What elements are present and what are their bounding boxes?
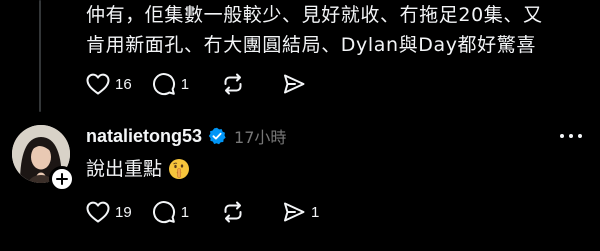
reply-text: 說出重點 xyxy=(86,154,190,184)
reply-count: 1 xyxy=(180,75,190,93)
send-icon xyxy=(284,74,305,94)
shushing-face-emoji-icon xyxy=(169,159,190,179)
reply-count: 1 xyxy=(180,203,190,221)
previous-post-text-line-2: 肯用新面孔、冇大團圓結局、Dylan與Day都好驚喜 xyxy=(86,34,536,56)
reply-button[interactable]: 1 xyxy=(146,194,195,230)
repost-button[interactable] xyxy=(215,194,256,230)
repost-icon xyxy=(224,73,242,95)
more-options-button[interactable] xyxy=(557,124,585,148)
share-count: 1 xyxy=(311,203,320,221)
like-button[interactable]: 19 xyxy=(80,194,138,230)
send-icon xyxy=(284,202,305,222)
follow-button[interactable] xyxy=(49,166,75,192)
heart-icon xyxy=(86,73,110,95)
reply-header: natalietong53 17小時 xyxy=(86,122,286,150)
like-button[interactable]: 16 xyxy=(80,66,138,102)
comment-icon xyxy=(152,73,175,96)
previous-post-action-bar: 16 1 xyxy=(80,66,317,102)
previous-post-text: 仲有，佢集數一般較少、見好就收、冇拖足20集、又 肯用新面孔、冇大團圓結局、Dy… xyxy=(86,0,591,60)
username[interactable]: natalietong53 xyxy=(86,126,202,147)
like-count: 16 xyxy=(115,75,132,93)
heart-icon xyxy=(86,201,110,223)
share-button[interactable]: 1 xyxy=(276,194,325,230)
reply-action-bar: 19 1 1 xyxy=(80,194,325,230)
more-icon xyxy=(560,134,582,138)
plus-icon xyxy=(56,173,68,185)
share-button[interactable] xyxy=(276,66,317,102)
like-count: 19 xyxy=(115,203,132,221)
comment-icon xyxy=(152,201,175,224)
thread-connector-line xyxy=(39,0,41,112)
previous-post-text-line-1: 仲有，佢集數一般較少、見好就收、冇拖足20集、又 xyxy=(86,4,543,26)
timestamp: 17小時 xyxy=(234,128,287,147)
reply-text-content: 說出重點 xyxy=(86,158,163,180)
repost-button[interactable] xyxy=(215,66,256,102)
verified-badge-icon xyxy=(208,127,226,145)
repost-icon xyxy=(224,201,242,223)
reply-button[interactable]: 1 xyxy=(146,66,195,102)
